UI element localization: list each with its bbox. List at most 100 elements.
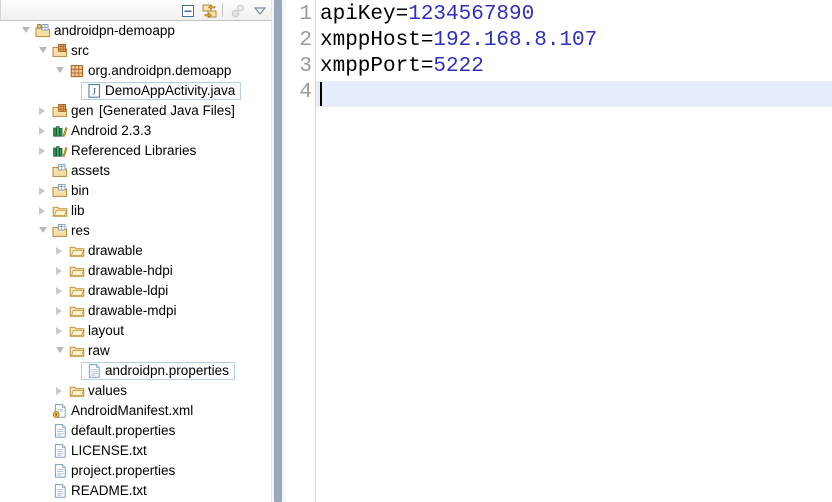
tree-row[interactable]: drawable (0, 241, 271, 261)
folder-icon (69, 263, 85, 279)
tree-expander-collapsed-icon[interactable] (56, 387, 65, 396)
toolbar-separator (222, 3, 223, 17)
tree-row-label: androidpn.properties (105, 363, 229, 378)
tree-row[interactable]: androidpn-demoapp (0, 21, 271, 41)
editor-line[interactable]: xmppHost=192.168.8.107 (320, 28, 597, 54)
tree-expander-expanded-icon[interactable] (39, 227, 48, 236)
tree-row[interactable]: src (0, 41, 271, 61)
folder-icon (52, 203, 68, 219)
tree-row[interactable]: Android 2.3.3 (0, 121, 271, 141)
tree-row[interactable]: raw (0, 341, 271, 361)
tree-row-label: drawable-hdpi (88, 263, 173, 278)
tree-row-label: Android 2.3.3 (71, 123, 152, 138)
tree-expander-collapsed-icon[interactable] (39, 147, 48, 156)
current-line-highlight (316, 81, 832, 107)
editor-line[interactable]: xmppPort=5222 (320, 54, 484, 80)
tree-row[interactable]: bin (0, 181, 271, 201)
tree-row[interactable]: assets (0, 161, 271, 181)
tree-row[interactable]: drawable-hdpi (0, 261, 271, 281)
link-with-editor-icon[interactable] (200, 2, 219, 19)
java-file-icon: J (86, 83, 102, 99)
tree-expander-collapsed-icon[interactable] (39, 127, 48, 136)
eclipse-workbench: androidpn-demoapp src org.androidpn.demoap… (0, 0, 832, 502)
tree-row-label: src (71, 43, 89, 58)
folder-icon (69, 243, 85, 259)
tree-row[interactable]: J DemoAppActivity.java (0, 81, 271, 101)
tree-row[interactable]: gen [Generated Java Files] (0, 101, 271, 121)
tree-row[interactable]: AndroidManifest.xml (0, 401, 271, 421)
package-icon (69, 63, 85, 79)
folder-icon (69, 323, 85, 339)
tree-expander-collapsed-icon[interactable] (56, 307, 65, 316)
android-manifest-icon (52, 403, 68, 419)
tree-row-label: res (71, 223, 90, 238)
tree-row-label: default.properties (71, 423, 176, 438)
tree-row[interactable]: androidpn.properties (0, 361, 271, 381)
tree-row[interactable]: drawable-ldpi (0, 281, 271, 301)
tree-row-label: README.txt (71, 483, 147, 498)
library-icon (52, 143, 68, 159)
tree-row-label: bin (71, 183, 90, 198)
focus-on-active-task-icon[interactable] (228, 2, 247, 19)
folder-res-icon (52, 183, 68, 199)
tree-row-label: layout (88, 323, 125, 338)
tree-row-label: drawable-ldpi (88, 283, 169, 298)
tree-row-label: AndroidManifest.xml (71, 403, 194, 418)
tree-row[interactable]: org.androidpn.demoapp (0, 61, 271, 81)
explorer-editor-sash[interactable] (271, 0, 290, 502)
collapse-all-icon[interactable] (178, 2, 197, 19)
tree-row[interactable]: lib (0, 201, 271, 221)
file-icon (52, 443, 68, 459)
tree-expander-collapsed-icon[interactable] (56, 327, 65, 336)
property-value: 192.168.8.107 (433, 29, 598, 52)
tree-row[interactable]: default.properties (0, 421, 271, 441)
property-key: xmppHost= (320, 29, 434, 52)
tree-row[interactable]: Referenced Libraries (0, 141, 271, 161)
tree-expander-expanded-icon[interactable] (56, 347, 65, 356)
tree-row-label: assets (71, 163, 111, 178)
folder-res-icon (52, 223, 68, 239)
folder-icon (69, 343, 85, 359)
folder-icon (69, 283, 85, 299)
property-value: 5222 (433, 55, 484, 78)
tree-row[interactable]: README.txt (0, 481, 271, 501)
property-key: apiKey= (320, 3, 409, 26)
svg-text:J: J (92, 88, 96, 98)
explorer-vertical-scrollbar-track[interactable] (271, 0, 286, 502)
editor-line[interactable]: apiKey=1234567890 (320, 2, 534, 28)
tree-expander-placeholder (39, 447, 48, 456)
view-menu-chevron-down-icon[interactable] (250, 2, 269, 19)
tree-expander-collapsed-icon[interactable] (39, 107, 48, 116)
tree-expander-collapsed-icon[interactable] (56, 247, 65, 256)
file-icon (52, 423, 68, 439)
tree-row-label: Referenced Libraries (71, 143, 197, 158)
tree-row-label: org.androidpn.demoapp (88, 63, 232, 78)
tree-expander-expanded-icon[interactable] (39, 47, 48, 56)
tree-row[interactable]: layout (0, 321, 271, 341)
tree-row-label: androidpn-demoapp (54, 23, 175, 38)
tree-expander-collapsed-icon[interactable] (56, 267, 65, 276)
tree-row[interactable]: project.properties (0, 461, 271, 481)
tree-expander-collapsed-icon[interactable] (39, 187, 48, 196)
tree-row-label: drawable (88, 243, 143, 258)
properties-file-editor[interactable]: 1 apiKey=1234567890 2 xmppHost=192.168.8.10… (290, 0, 832, 502)
tree-expander-placeholder (39, 467, 48, 476)
property-key: xmppPort= (320, 55, 434, 78)
tree-row-label: DemoAppActivity.java (105, 83, 236, 98)
tree-row[interactable]: LICENSE.txt (0, 441, 271, 461)
tree-row-label: project.properties (71, 463, 176, 478)
package-explorer-toolbar (0, 0, 271, 21)
tree-expander-collapsed-icon[interactable] (39, 207, 48, 216)
project-tree[interactable]: androidpn-demoapp src org.androidpn.demoap… (0, 21, 271, 502)
toolbar-left-edge (0, 0, 1, 21)
tree-expander-placeholder (39, 487, 48, 496)
tree-row[interactable]: drawable-mdpi (0, 301, 271, 321)
explorer-vertical-scrollbar-thumb[interactable] (274, 0, 282, 502)
tree-row[interactable]: res (0, 221, 271, 241)
tree-row-label: gen (71, 103, 94, 118)
tree-row[interactable]: values (0, 381, 271, 401)
tree-expander-expanded-icon[interactable] (22, 27, 31, 36)
tree-expander-collapsed-icon[interactable] (56, 287, 65, 296)
tree-row-label: LICENSE.txt (71, 443, 147, 458)
tree-expander-expanded-icon[interactable] (56, 67, 65, 76)
